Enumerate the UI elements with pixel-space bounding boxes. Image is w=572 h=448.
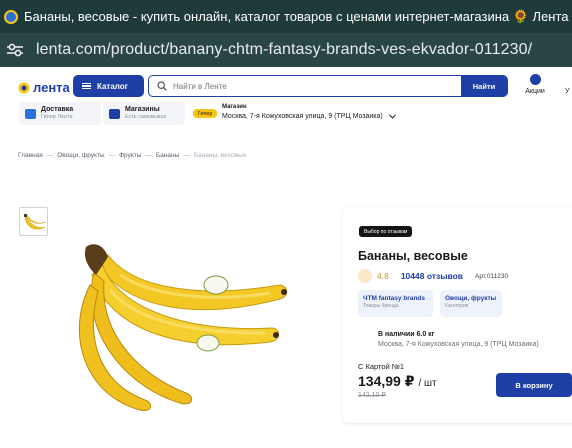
- store-icon: [109, 108, 120, 119]
- logo-text: лента: [33, 80, 70, 95]
- url-text[interactable]: lenta.com/product/banany-chtm-fantasy-br…: [36, 41, 532, 59]
- delivery-title: Доставка: [41, 106, 74, 113]
- tab-title[interactable]: Бананы, весовые - купить онлайн, каталог…: [24, 9, 572, 25]
- percent-icon: [529, 74, 541, 85]
- card-price-label: С Картой №1: [358, 362, 405, 371]
- delivery-subtitle: Гипер Лента: [41, 114, 73, 120]
- site-settings-icon[interactable]: [6, 43, 24, 57]
- pickup-option[interactable]: Магазины Есть самовывоз: [103, 102, 185, 125]
- brand-chip[interactable]: ЧТМ fantasy brands Товары бренда: [358, 290, 433, 317]
- rating-row: 4.8 10448 отзывов Арт.011230: [358, 269, 508, 283]
- rating-star-icon: [358, 269, 372, 283]
- stock-info: В наличии 6.0 кг Москва, 7-я Кожуховская…: [378, 331, 539, 348]
- browser-title-bar: Бананы, весовые - купить онлайн, каталог…: [0, 0, 572, 33]
- category-title: Овощи, фрукты: [445, 295, 497, 302]
- promotions-link[interactable]: Акции: [522, 74, 548, 95]
- lenta-favicon-icon: [4, 9, 18, 24]
- breadcrumb-bananas[interactable]: Бананы: [156, 152, 179, 159]
- stores-title: Магазины: [125, 106, 160, 113]
- search-button[interactable]: Найти: [461, 76, 507, 96]
- store-type-badge: Гипер: [193, 109, 217, 118]
- header-cut-label[interactable]: У: [565, 88, 569, 95]
- address-bar[interactable]: lenta.com/product/banany-chtm-fantasy-br…: [0, 33, 572, 67]
- product-main-image[interactable]: [60, 225, 292, 420]
- price-unit: / шт: [418, 378, 437, 389]
- category-subtitle: Категория: [445, 303, 469, 309]
- rating-value: 4.8: [377, 271, 389, 281]
- catalog-button[interactable]: Каталог: [73, 75, 144, 97]
- stock-title: В наличии 6.0 кг: [378, 331, 435, 338]
- store-heading: Магазин: [222, 104, 247, 110]
- breadcrumb-separator: —: [145, 152, 152, 159]
- search-bar[interactable]: Найти: [148, 75, 508, 97]
- breadcrumb-vegetables-fruits[interactable]: Овощи, фрукты: [57, 152, 104, 159]
- catalog-label: Каталог: [97, 81, 128, 91]
- price: 134,99 ₽ / шт: [358, 373, 437, 390]
- category-chip[interactable]: Овощи, фрукты Категория: [440, 290, 502, 317]
- chevron-down-icon: [388, 114, 396, 119]
- search-icon: [157, 81, 167, 91]
- add-to-cart-button[interactable]: В корзину: [496, 373, 572, 397]
- delivery-option[interactable]: Доставка Гипер Лента: [19, 102, 101, 125]
- article-number: Арт.011230: [474, 272, 509, 280]
- price-value: 134,99 ₽: [358, 373, 415, 389]
- breadcrumb: Главная — Овощи, фрукты — Фрукты — Банан…: [18, 152, 246, 159]
- product-title: Бананы, весовые: [358, 249, 468, 263]
- stock-address: Москва, 7-я Кожуховская улица, 9 (ТРЦ Мо…: [378, 341, 539, 348]
- breadcrumb-separator: —: [46, 152, 54, 159]
- sunflower-logo-icon: [18, 82, 30, 93]
- menu-icon: [82, 82, 91, 90]
- delivery-icon: [25, 108, 36, 119]
- breadcrumb-current: Бананы, весовые: [193, 152, 247, 159]
- product-thumbnail[interactable]: [19, 207, 48, 236]
- breadcrumb-home[interactable]: Главная: [18, 152, 43, 159]
- promotions-label: Акции: [525, 88, 545, 95]
- breadcrumb-separator: —: [108, 152, 116, 159]
- reviews-choice-badge: Выбор по отзывам: [359, 226, 413, 237]
- brand-subtitle: Товары бренда: [363, 303, 399, 309]
- brand-title: ЧТМ fantasy brands: [363, 295, 425, 302]
- lenta-logo[interactable]: лента: [18, 80, 70, 95]
- breadcrumb-separator: —: [183, 152, 190, 159]
- breadcrumb-fruits[interactable]: Фрукты: [119, 152, 141, 159]
- store-address: Москва, 7-я Кожуховская улица, 9 (ТРЦ Мо…: [222, 113, 383, 120]
- banana-thumbnail-image: [24, 214, 47, 230]
- search-input[interactable]: [173, 81, 461, 91]
- reviews-link[interactable]: 10448 отзывов: [401, 271, 463, 281]
- stores-subtitle: Есть самовывоз: [125, 114, 167, 120]
- store-selector[interactable]: Магазин Москва, 7-я Кожуховская улица, 9…: [222, 104, 396, 120]
- old-price: 142,10 ₽: [358, 392, 386, 399]
